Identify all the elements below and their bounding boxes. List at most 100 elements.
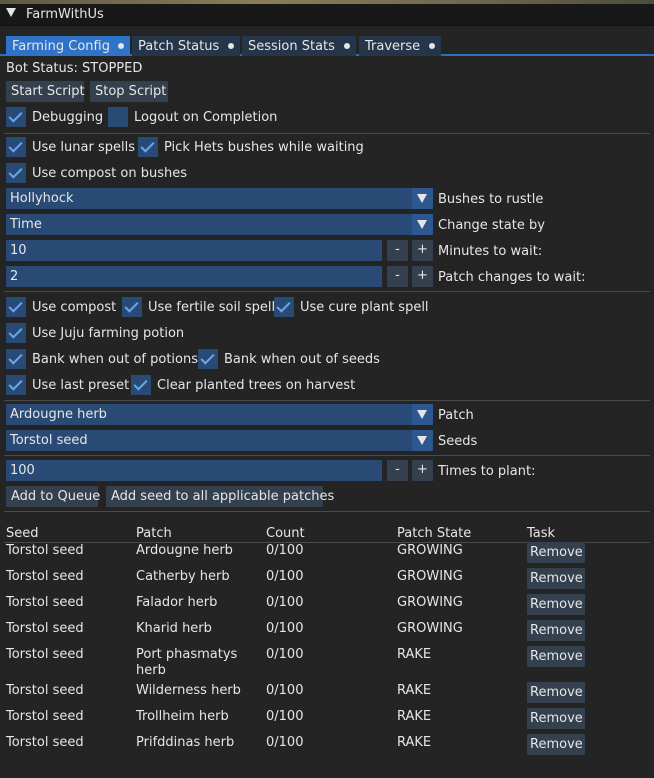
- remove-button[interactable]: Remove: [527, 682, 585, 703]
- bot-status: Bot Status: STOPPED: [6, 61, 143, 76]
- seed-cell: Torstol seed: [6, 543, 84, 558]
- clear-trees-label: Clear planted trees on harvest: [157, 378, 356, 393]
- patch-changes-decrement-button[interactable]: -: [387, 266, 408, 287]
- state-cell: GROWING: [397, 595, 463, 610]
- compost-bushes-label: Use compost on bushes: [32, 166, 187, 181]
- start-script-button[interactable]: Start Script: [6, 81, 85, 102]
- patch-cell: Ardougne herb: [136, 543, 233, 558]
- tab-traverse[interactable]: Traverse: [359, 36, 441, 56]
- use-compost-label: Use compost: [32, 300, 117, 315]
- logout-checkbox[interactable]: [108, 107, 128, 127]
- tab-close-dot-icon[interactable]: [118, 43, 124, 49]
- count-cell: 0/100: [266, 595, 304, 610]
- last-preset-label: Use last preset: [32, 378, 130, 393]
- debugging-checkbox[interactable]: [6, 107, 26, 127]
- tab-farming-config[interactable]: Farming Config: [6, 36, 130, 56]
- remove-button[interactable]: Remove: [527, 734, 585, 755]
- tab-patch-status[interactable]: Patch Status: [132, 36, 240, 56]
- hets-bushes-checkbox[interactable]: [138, 137, 158, 157]
- remove-button[interactable]: Remove: [527, 568, 585, 589]
- change-state-dropdown[interactable]: Time: [6, 214, 433, 235]
- column-header-patch-state: Patch State: [397, 526, 472, 541]
- divider: [4, 291, 650, 292]
- tab-close-dot-icon[interactable]: [228, 43, 234, 49]
- minutes-decrement-button[interactable]: -: [387, 240, 408, 261]
- use-compost-checkbox[interactable]: [6, 297, 26, 317]
- count-cell: 0/100: [266, 621, 304, 636]
- hets-bushes-label: Pick Hets bushes while waiting: [164, 140, 364, 155]
- patch-changes-input[interactable]: 2: [6, 266, 382, 287]
- clear-trees-checkbox[interactable]: [131, 375, 151, 395]
- add-seed-all-patches-button[interactable]: Add seed to all applicable patches: [106, 486, 334, 507]
- tab-label: Farming Config: [12, 39, 110, 54]
- seed-cell: Torstol seed: [6, 621, 84, 636]
- patch-dropdown[interactable]: Ardougne herb: [6, 404, 433, 425]
- column-header-task: Task: [527, 526, 556, 541]
- remove-button[interactable]: Remove: [527, 542, 585, 563]
- count-cell: 0/100: [266, 543, 304, 558]
- times-to-plant-input[interactable]: 100: [6, 460, 382, 481]
- patch-label: Patch: [438, 408, 474, 423]
- farmwithus-window: FarmWithUs Farming Config Patch Status S…: [0, 4, 654, 778]
- bank-potions-label: Bank when out of potions: [32, 352, 198, 367]
- remove-button[interactable]: Remove: [527, 594, 585, 615]
- stop-script-button[interactable]: Stop Script: [90, 81, 168, 102]
- chevron-down-icon[interactable]: [412, 188, 433, 209]
- remove-button[interactable]: Remove: [527, 646, 585, 667]
- tab-label: Patch Status: [138, 39, 220, 54]
- seed-cell: Torstol seed: [6, 683, 84, 698]
- state-cell: GROWING: [397, 569, 463, 584]
- bank-seeds-checkbox[interactable]: [198, 349, 218, 369]
- count-cell: 0/100: [266, 735, 304, 750]
- fertile-soil-checkbox[interactable]: [122, 297, 142, 317]
- patch-changes-increment-button[interactable]: +: [412, 266, 433, 287]
- chevron-down-icon[interactable]: [412, 430, 433, 451]
- patch-cell: Wilderness herb: [136, 683, 241, 698]
- tab-close-dot-icon[interactable]: [429, 43, 435, 49]
- tab-session-stats[interactable]: Session Stats: [242, 36, 356, 56]
- patch-cell: Port phasmatys herb: [136, 647, 238, 678]
- chevron-down-icon[interactable]: [412, 404, 433, 425]
- seed-cell: Torstol seed: [6, 735, 84, 750]
- count-cell: 0/100: [266, 647, 304, 662]
- tab-label: Traverse: [365, 39, 421, 54]
- times-decrement-button[interactable]: -: [387, 460, 408, 481]
- state-cell: RAKE: [397, 683, 432, 698]
- bushes-dropdown[interactable]: Hollyhock: [6, 188, 433, 209]
- add-to-queue-button[interactable]: Add to Queue: [6, 486, 100, 507]
- remove-button[interactable]: Remove: [527, 708, 585, 729]
- change-state-value: Time: [10, 217, 42, 232]
- divider: [4, 133, 650, 134]
- cure-plant-label: Use cure plant spell: [300, 300, 429, 315]
- tab-close-dot-icon[interactable]: [344, 43, 350, 49]
- state-cell: GROWING: [397, 543, 463, 558]
- patch-cell: Trollheim herb: [136, 709, 229, 724]
- column-header-count: Count: [266, 526, 305, 541]
- times-increment-button[interactable]: +: [412, 460, 433, 481]
- collapse-arrow-icon[interactable]: [6, 8, 16, 17]
- divider: [4, 511, 650, 512]
- tab-label: Session Stats: [248, 39, 335, 54]
- patch-changes-label: Patch changes to wait:: [438, 270, 586, 285]
- column-header-seed: Seed: [6, 526, 39, 541]
- cure-plant-checkbox[interactable]: [274, 297, 294, 317]
- state-cell: RAKE: [397, 735, 432, 750]
- patch-cell: Catherby herb: [136, 569, 230, 584]
- juju-potion-checkbox[interactable]: [6, 323, 26, 343]
- seeds-dropdown[interactable]: Torstol seed: [6, 430, 433, 451]
- lunar-spells-checkbox[interactable]: [6, 137, 26, 157]
- chevron-down-icon[interactable]: [412, 214, 433, 235]
- minutes-input[interactable]: 10: [6, 240, 382, 261]
- tab-bar: Farming Config Patch Status Session Stat…: [0, 34, 654, 56]
- lunar-spells-label: Use lunar spells: [32, 140, 135, 155]
- change-state-label: Change state by: [438, 218, 545, 233]
- compost-bushes-checkbox[interactable]: [6, 163, 26, 183]
- minutes-increment-button[interactable]: +: [412, 240, 433, 261]
- seeds-value: Torstol seed: [10, 433, 88, 448]
- remove-button[interactable]: Remove: [527, 620, 585, 641]
- last-preset-checkbox[interactable]: [6, 375, 26, 395]
- title-bar[interactable]: FarmWithUs: [0, 4, 654, 26]
- seed-cell: Torstol seed: [6, 569, 84, 584]
- seeds-label: Seeds: [438, 434, 478, 449]
- bank-potions-checkbox[interactable]: [6, 349, 26, 369]
